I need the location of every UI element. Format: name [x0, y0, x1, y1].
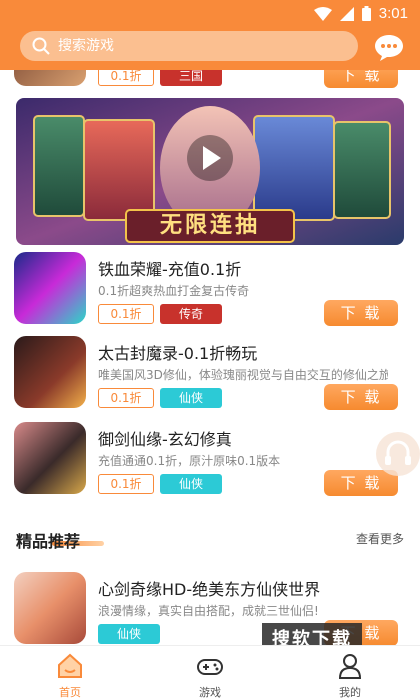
game-desc: 浪漫情缘，真实自由搭配，成就三世仙侣! [98, 604, 319, 618]
bottom-tab-bar: 首页 游戏 我的 [0, 645, 420, 700]
signal-icon [339, 6, 354, 21]
headset-icon [385, 440, 411, 465]
status-time: 3:01 [378, 5, 408, 22]
tab-home[interactable]: 首页 [20, 646, 120, 700]
game-title: 太古封魔录-0.1折畅玩 [98, 344, 258, 363]
game-icon [14, 572, 86, 644]
header [0, 28, 420, 70]
promo-banner[interactable]: 无限连抽 [16, 98, 404, 245]
discount-tag: 0.1折 [98, 474, 154, 494]
genre-tag: 仙侠 [160, 388, 222, 408]
game-icon [14, 422, 86, 494]
game-icon [14, 70, 86, 86]
user-icon [338, 654, 362, 679]
list-item[interactable]: 0.1折 三国 下 载 [14, 70, 406, 94]
download-button[interactable]: 下 载 [324, 384, 398, 410]
message-icon[interactable] [372, 30, 406, 64]
download-button[interactable]: 下 载 [324, 300, 398, 326]
wifi-icon [313, 6, 332, 21]
search-bar[interactable] [20, 31, 358, 61]
watermark: 搜软下载 [262, 623, 362, 645]
section-title: 精品推荐 [16, 532, 81, 551]
game-desc: 唯美国风3D修仙，体验瑰丽视觉与自由交互的修仙之旅 [98, 368, 388, 382]
download-button[interactable]: 下 载 [324, 70, 398, 88]
list-item[interactable]: 御剑仙缘-玄幻修真 充值通通0.1折，原汁原味0.1版本 0.1折 仙侠 下 载 [14, 422, 406, 502]
game-title: 铁血荣耀-充值0.1折 [98, 260, 242, 279]
genre-tag: 三国 [160, 70, 222, 86]
game-desc: 0.1折超爽热血打金复古传奇 [98, 284, 250, 298]
search-input[interactable] [58, 38, 318, 54]
genre-tag: 传奇 [160, 304, 222, 324]
floating-service-button[interactable] [376, 432, 420, 476]
game-icon [14, 252, 86, 324]
tab-label: 游戏 [199, 686, 221, 699]
game-title: 心剑奇缘HD-绝美东方仙侠世界 [98, 580, 321, 599]
discount-tag: 0.1折 [98, 70, 154, 86]
genre-tag: 仙侠 [160, 474, 222, 494]
home-icon [58, 653, 82, 678]
game-desc: 充值通通0.1折，原汁原味0.1版本 [98, 454, 281, 468]
see-more-link[interactable]: 查看更多 [356, 530, 404, 547]
banner-text: 无限连抽 [159, 213, 260, 238]
genre-tag: 仙侠 [98, 624, 160, 644]
tab-label: 我的 [339, 686, 361, 699]
discount-tag: 0.1折 [98, 388, 154, 408]
discount-tag: 0.1折 [98, 304, 154, 324]
status-bar: 3:01 [0, 0, 420, 28]
game-title: 御剑仙缘-玄幻修真 [98, 430, 232, 449]
game-list[interactable]: 0.1折 三国 下 载 无限连抽 铁血荣耀-充值0.1折 0.1折超爽热血打金复… [0, 70, 420, 645]
game-icon [14, 336, 86, 408]
list-item[interactable]: 太古封魔录-0.1折畅玩 唯美国风3D修仙，体验瑰丽视觉与自由交互的修仙之旅 0… [14, 336, 406, 416]
tab-label: 首页 [59, 686, 81, 699]
status-icons: 3:01 [313, 5, 408, 22]
list-item[interactable]: 铁血荣耀-充值0.1折 0.1折超爽热血打金复古传奇 0.1折 传奇 下 载 [14, 252, 406, 332]
tab-games[interactable]: 游戏 [160, 646, 260, 700]
tab-mine[interactable]: 我的 [300, 646, 400, 700]
battery-icon [361, 6, 371, 21]
search-icon [32, 37, 50, 55]
gamepad-icon [197, 659, 223, 675]
